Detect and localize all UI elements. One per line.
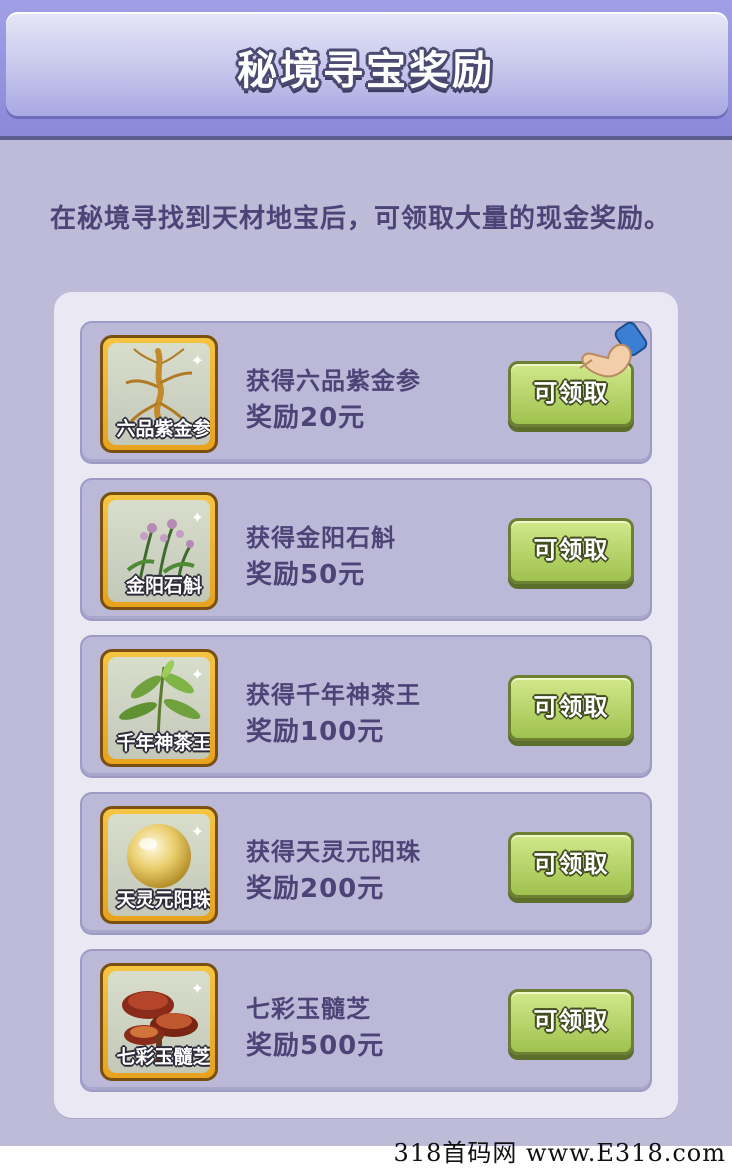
item-name-label: 金阳石斛 <box>125 575 202 597</box>
lingzhi-mushroom-icon: ✦ 七彩玉髓芝 <box>108 971 210 1073</box>
item-icon-frame: ✦ 金阳石斛 <box>100 492 218 610</box>
reward-title: 七彩玉髓芝 <box>246 995 371 1023</box>
claim-button[interactable]: 可领取 <box>508 989 634 1055</box>
pointing-hand-icon <box>574 318 654 390</box>
item-icon-frame: ✦ 六品紫金参 <box>100 335 218 453</box>
reward-amount: 奖励50元 <box>246 560 366 590</box>
reward-title: 获得天灵元阳珠 <box>246 838 421 866</box>
reward-row-ginseng: ✦ 六品紫金参 获得六品紫金参 奖励20元 可领取 <box>80 321 652 464</box>
reward-amount: 奖励200元 <box>246 874 385 904</box>
reward-panel: 秘境寻宝奖励 在秘境寻找到天材地宝后，可领取大量的现金奖励。 ✦ 六品紫金参 获… <box>0 0 732 1146</box>
item-name-label: 千年神茶王 <box>116 732 210 754</box>
pearl-icon: ✦ 天灵元阳珠 <box>108 814 210 916</box>
item-name-label: 七彩玉髓芝 <box>116 1046 210 1068</box>
reward-row-dendrobium: ✦ 金阳石斛 获得金阳石斛 奖励50元 可领取 <box>80 478 652 621</box>
item-name-label: 六品紫金参 <box>116 418 210 440</box>
item-icon-frame: ✦ 天灵元阳珠 <box>100 806 218 924</box>
item-name-label: 天灵元阳珠 <box>116 889 210 911</box>
reward-row-tea: ✦ 千年神茶王 获得千年神茶王 奖励100元 可领取 <box>80 635 652 778</box>
page-title: 秘境寻宝奖励 <box>237 48 495 94</box>
description-text: 在秘境寻找到天材地宝后，可领取大量的现金奖励。 <box>50 204 672 234</box>
claim-button[interactable]: 可领取 <box>508 518 634 584</box>
item-icon-frame: ✦ 七彩玉髓芝 <box>100 963 218 1081</box>
reward-title: 获得六品紫金参 <box>246 367 421 395</box>
orchid-icon: ✦ 金阳石斛 <box>108 500 210 602</box>
sparkle-icon: ✦ <box>190 508 204 527</box>
item-icon-frame: ✦ 千年神茶王 <box>100 649 218 767</box>
tea-leaf-icon: ✦ 千年神茶王 <box>108 657 210 759</box>
sparkle-icon: ✦ <box>190 822 204 841</box>
reward-title: 获得金阳石斛 <box>246 524 396 552</box>
reward-row-pearl: ✦ 天灵元阳珠 获得天灵元阳珠 奖励200元 可领取 <box>80 792 652 935</box>
ginseng-icon: ✦ 六品紫金参 <box>108 343 210 445</box>
reward-title: 获得千年神茶王 <box>246 681 421 709</box>
sparkle-icon: ✦ <box>190 665 204 684</box>
header-bar: 秘境寻宝奖励 <box>0 0 732 140</box>
claim-button[interactable]: 可领取 <box>508 675 634 741</box>
claim-button[interactable]: 可领取 <box>508 832 634 898</box>
reward-amount: 奖励100元 <box>246 717 385 747</box>
reward-row-lingzhi: ✦ 七彩玉髓芝 七彩玉髓芝 奖励500元 可领取 <box>80 949 652 1092</box>
reward-amount: 奖励20元 <box>246 403 366 433</box>
sparkle-icon: ✦ <box>190 979 204 998</box>
watermark-text: 318首码网 www.E318.com <box>393 1139 726 1167</box>
reward-amount: 奖励500元 <box>246 1031 385 1061</box>
sparkle-icon: ✦ <box>190 351 204 370</box>
